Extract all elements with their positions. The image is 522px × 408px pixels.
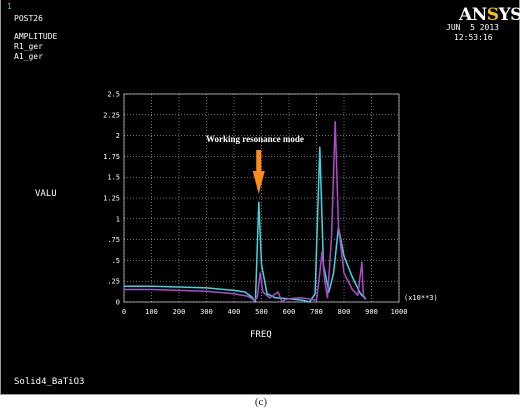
y-tick-label: .5 <box>112 257 120 265</box>
annotation-text: Working resonance mode <box>206 134 304 144</box>
x-tick-label: 600 <box>283 308 296 316</box>
y-tick-label: 1.75 <box>103 153 120 161</box>
y-axis-title: VALU <box>35 189 57 199</box>
y-tick-label: 1 <box>116 215 120 223</box>
series-line-r1-ger <box>124 146 367 303</box>
annotation-arrow-shaft <box>256 150 262 172</box>
x-tick-label: 200 <box>173 308 186 316</box>
series-line-a1-ger <box>124 120 367 303</box>
x-tick-label: 400 <box>228 308 241 316</box>
x-tick-label: 0 <box>122 308 126 316</box>
series-layer <box>124 120 367 303</box>
y-tick-label: 2.5 <box>107 91 120 99</box>
y-tick-label: 0 <box>116 299 120 307</box>
x-tick-label: 300 <box>200 308 213 316</box>
chart-svg: 0 100 200 300 400 500 600 700 800 900 1000 0 .25 .5 .7… <box>35 91 438 341</box>
x-tick-label: 900 <box>365 308 378 316</box>
figure-caption: (c) <box>254 396 268 408</box>
x-tick-label: 1000 <box>391 308 408 316</box>
x-multiplier-label: (x10**3) <box>404 294 438 302</box>
y-tick-label: .25 <box>107 278 120 286</box>
y-tick-label: 1.25 <box>103 195 120 203</box>
label-layer: 0 100 200 300 400 500 600 700 800 900 1000 0 .25 .5 .7… <box>103 91 407 317</box>
y-tick-label: 1.5 <box>107 174 120 182</box>
x-tick-label: 700 <box>310 308 323 316</box>
annotation-arrow-head <box>252 171 265 194</box>
x-tick-label: 100 <box>145 308 158 316</box>
grid <box>123 93 400 303</box>
x-tick-label: 800 <box>338 308 351 316</box>
x-tick-label: 500 <box>255 308 268 316</box>
plot-frame <box>123 93 400 303</box>
y-tick-label: .75 <box>107 236 120 244</box>
y-tick-label: 2.25 <box>103 111 120 119</box>
y-tick-label: 2 <box>116 132 120 140</box>
x-axis-title: FREQ <box>250 330 272 340</box>
